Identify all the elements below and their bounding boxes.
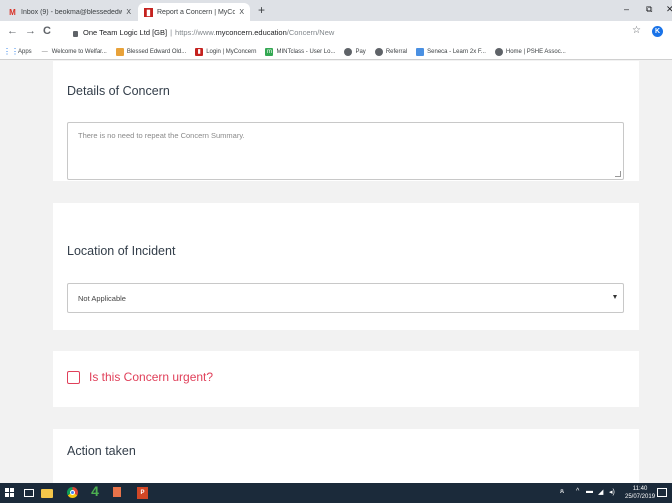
urgent-checkbox-row[interactable]: Is this Concern urgent? <box>67 370 213 384</box>
address-bar: ← → C One Team Logic Ltd [GB] | https://… <box>0 21 672 44</box>
reload-button[interactable]: C <box>43 25 51 37</box>
url-scheme: https://www. <box>175 28 216 37</box>
people-icon[interactable]: ጰ <box>560 488 564 496</box>
bookmark-label: Referral <box>385 48 408 55</box>
maximize-button[interactable]: ⧉ <box>646 4 652 15</box>
seneca-icon <box>416 47 425 56</box>
windows-start-icon[interactable] <box>4 487 16 499</box>
task-view-icon[interactable] <box>24 489 34 497</box>
taskbar-clock[interactable]: 11:40 25/07/2019 <box>625 485 655 501</box>
tray-chevron-icon[interactable]: ^ <box>576 488 579 495</box>
urgent-concern-card: Is this Concern urgent? <box>53 351 639 407</box>
myconcern-icon: ▮ <box>144 7 153 17</box>
bookmark-welcome[interactable]: — Welcome to Welfar... <box>41 48 107 56</box>
powerpoint-icon[interactable]: P <box>137 487 148 499</box>
bookmark-label: MINTclass - User Lo... <box>276 48 336 55</box>
bookmark-blessed-edward[interactable]: Blessed Edward Old... <box>115 47 187 56</box>
resize-handle-icon[interactable] <box>615 171 621 177</box>
forward-button[interactable]: → <box>25 25 36 37</box>
tab-label: Report a Concern | MyConcern <box>157 8 236 16</box>
globe-icon <box>374 47 383 56</box>
new-tab-button[interactable]: + <box>258 3 265 17</box>
globe-icon <box>344 47 353 56</box>
details-of-concern-card: Details of Concern There is no need to r… <box>53 61 639 181</box>
url-path: /Concern/New <box>286 28 335 37</box>
page-content: Details of Concern There is no need to r… <box>0 61 672 483</box>
bookmark-label: Home | PSHE Assoc... <box>505 48 566 55</box>
location-selected-value: Not Applicable <box>78 293 126 303</box>
lock-icon <box>73 30 78 37</box>
network-icon[interactable]: ◢ <box>598 488 603 496</box>
gmail-icon: M <box>9 7 16 17</box>
bookmark-mintclass[interactable]: m MINTclass - User Lo... <box>265 47 336 56</box>
location-select[interactable]: Not Applicable <box>67 283 624 313</box>
bookmark-pay[interactable]: Pay <box>344 47 366 56</box>
details-placeholder: There is no need to repeat the Concern S… <box>78 131 245 140</box>
mintclass-icon: m <box>265 47 274 56</box>
section-title-location: Location of Incident <box>67 244 176 258</box>
bookmark-label: Blessed Edward Old... <box>126 48 187 55</box>
bookmark-label: Login | MyConcern <box>206 48 257 55</box>
minimize-button[interactable]: – <box>624 4 629 14</box>
action-center-icon[interactable] <box>657 488 667 497</box>
site-identity: One Team Logic Ltd [GB] <box>83 28 168 37</box>
bookmark-myconcern-login[interactable]: ▮ Login | MyConcern <box>195 47 257 56</box>
chrome-icon[interactable] <box>67 487 78 498</box>
apps-grid-icon: ⋮⋮ <box>3 47 19 56</box>
bookmark-label: Pay <box>355 48 366 55</box>
section-title-details: Details of Concern <box>67 84 170 98</box>
bookmarks-bar: ⋮⋮ Apps — Welcome to Welfar... Blessed E… <box>0 44 672 60</box>
battery-icon[interactable]: ▬ <box>586 488 593 495</box>
action-taken-card: Action taken <box>53 429 639 483</box>
urgent-checkbox[interactable] <box>67 370 80 384</box>
tab-close-button[interactable]: X <box>126 9 131 16</box>
bookmark-star-icon[interactable]: ☆ <box>632 25 641 36</box>
url-field[interactable]: One Team Logic Ltd [GB] | https://www. my… <box>70 24 630 41</box>
tab-label: Inbox (9) - beokma@blessededw <box>21 8 123 16</box>
url-host: myconcern.education <box>215 28 287 37</box>
bookmark-label: Seneca - Learn 2x F... <box>427 48 486 55</box>
tab-gmail-inbox[interactable]: M Inbox (9) - beokma@blessededw X <box>2 3 137 21</box>
bookmark-label: Welcome to Welfar... <box>51 48 107 55</box>
details-textarea[interactable]: There is no need to repeat the Concern S… <box>67 122 624 180</box>
myconcern-icon: ▮ <box>195 47 204 56</box>
profile-avatar[interactable]: K <box>652 26 663 37</box>
app-icon[interactable] <box>113 487 121 497</box>
bookmark-referral[interactable]: Referral <box>374 47 408 56</box>
location-of-incident-card: Location of Incident Not Applicable <box>53 203 639 330</box>
globe-icon <box>494 47 503 56</box>
bookmark-label: Apps <box>18 48 32 55</box>
school-crest-icon <box>115 47 124 56</box>
section-title-action: Action taken <box>67 444 136 458</box>
close-window-button[interactable]: ✕ <box>666 4 672 15</box>
windows-taskbar: 4 P ጰ ^ ▬ ◢ ◂) 11:40 25/07/2019 <box>0 483 672 503</box>
dash-icon: — <box>41 48 48 55</box>
file-explorer-icon[interactable] <box>41 489 53 498</box>
urgent-label[interactable]: Is this Concern urgent? <box>89 370 213 384</box>
clock-time: 11:40 <box>632 486 648 492</box>
channel4-icon[interactable]: 4 <box>88 483 102 499</box>
chevron-down-icon <box>613 295 617 299</box>
clock-date: 25/07/2019 <box>625 494 656 500</box>
url-separator: | <box>170 28 173 37</box>
volume-icon[interactable]: ◂) <box>609 488 615 496</box>
bookmark-pshe[interactable]: Home | PSHE Assoc... <box>494 47 566 56</box>
browser-tab-strip: M Inbox (9) - beokma@blessededw X ▮ Repo… <box>0 0 672 21</box>
bookmark-seneca[interactable]: Seneca - Learn 2x F... <box>416 47 486 56</box>
back-button[interactable]: ← <box>7 25 18 37</box>
tab-report-concern[interactable]: ▮ Report a Concern | MyConcern X <box>138 3 250 21</box>
tab-close-button[interactable]: X <box>239 9 244 16</box>
bookmark-apps[interactable]: ⋮⋮ Apps <box>3 47 32 56</box>
